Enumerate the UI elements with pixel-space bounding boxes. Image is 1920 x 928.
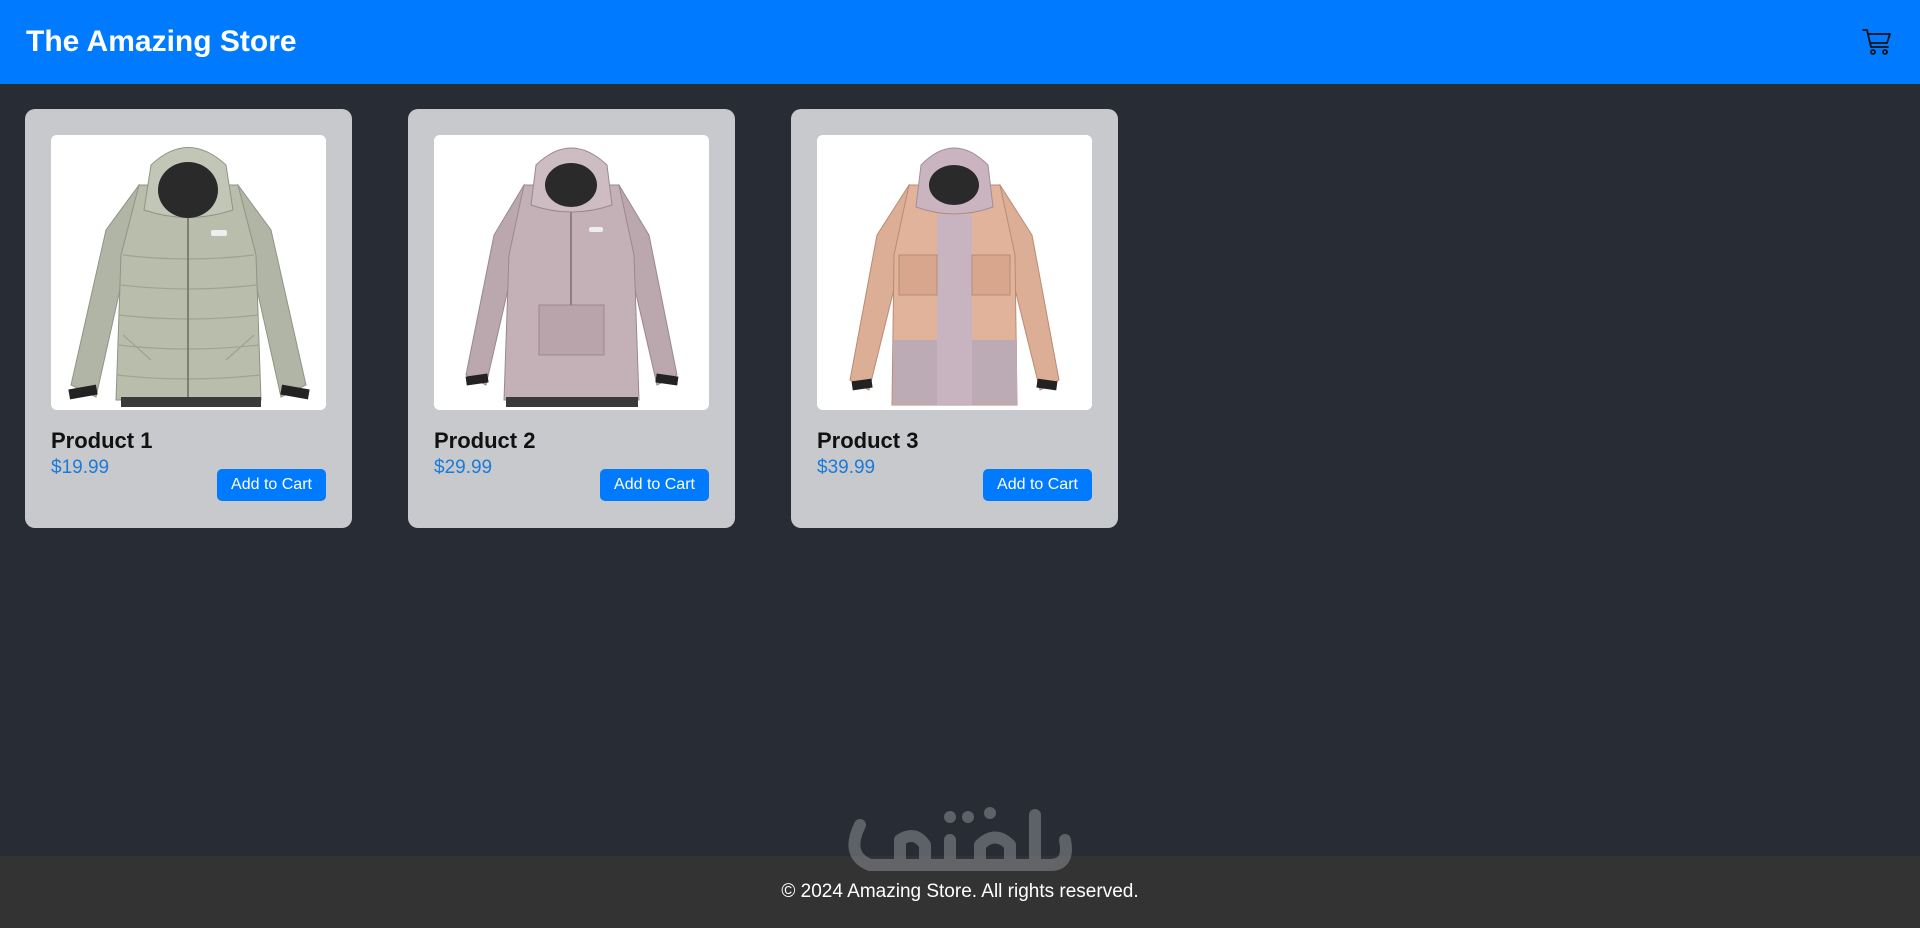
product-grid: Product 1 $19.99 Add to Cart Product 2 $… xyxy=(25,109,1118,528)
site-title[interactable]: The Amazing Store xyxy=(26,25,297,59)
site-footer: © 2024 Amazing Store. All rights reserve… xyxy=(0,856,1920,928)
product-name[interactable]: Product 1 xyxy=(51,428,326,454)
product-card: Product 3 $39.99 Add to Cart xyxy=(791,109,1118,528)
product-card: Product 1 $19.99 Add to Cart xyxy=(25,109,352,528)
product-image-mauve-jacket xyxy=(434,135,709,410)
cart-icon[interactable] xyxy=(1860,25,1894,59)
add-to-cart-button[interactable]: Add to Cart xyxy=(983,469,1092,501)
add-to-cart-button[interactable]: Add to Cart xyxy=(217,469,326,501)
copyright-text: © 2024 Amazing Store. All rights reserve… xyxy=(781,881,1139,902)
add-to-cart-button[interactable]: Add to Cart xyxy=(600,469,709,501)
site-header: The Amazing Store xyxy=(0,0,1920,84)
product-name[interactable]: Product 2 xyxy=(434,428,709,454)
product-card: Product 2 $29.99 Add to Cart xyxy=(408,109,735,528)
product-image-peach-jacket xyxy=(817,135,1092,410)
product-name[interactable]: Product 3 xyxy=(817,428,1092,454)
product-image-green-jacket xyxy=(51,135,326,410)
